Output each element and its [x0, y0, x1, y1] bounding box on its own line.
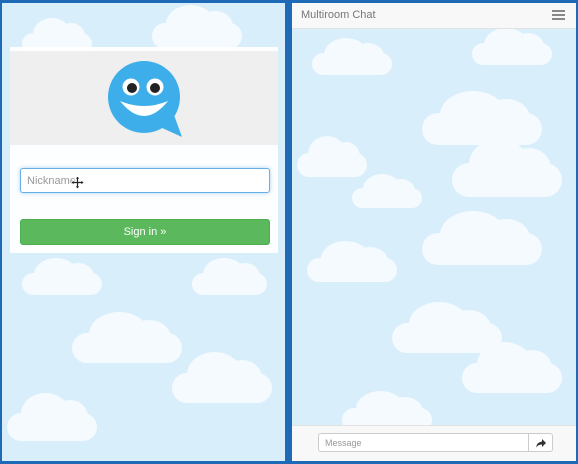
cloud-decoration: [72, 312, 182, 363]
message-input[interactable]: [318, 433, 529, 452]
hamburger-menu-icon[interactable]: [550, 7, 568, 23]
chat-pane: Multiroom Chat: [292, 3, 576, 461]
cloud-decoration: [452, 139, 562, 197]
cloud-decoration: [172, 352, 272, 403]
share-arrow-icon: [536, 439, 546, 448]
cloud-decoration: [312, 37, 392, 75]
app-title: Multiroom Chat: [301, 9, 376, 21]
smiley-speech-bubble-icon: [108, 61, 182, 137]
cloud-decoration: [7, 393, 97, 441]
cloud-decoration: [422, 210, 542, 265]
chat-footer: [292, 425, 576, 461]
cloud-decoration: [472, 27, 552, 65]
send-button[interactable]: [528, 433, 553, 452]
cloud-decoration: [22, 257, 102, 295]
cloud-decoration: [422, 90, 542, 145]
cloud-decoration: [307, 241, 397, 282]
login-card: Sign in »: [10, 47, 278, 253]
chat-header: Multiroom Chat: [292, 3, 576, 29]
nickname-input[interactable]: [20, 168, 270, 193]
move-cursor-icon: [71, 176, 84, 189]
login-pane: Sign in »: [2, 3, 285, 461]
cloud-decoration: [462, 342, 562, 393]
cloud-decoration: [297, 136, 367, 177]
logo-area: [10, 51, 278, 145]
cloud-decoration: [352, 174, 422, 208]
cloud-decoration: [192, 257, 267, 295]
sign-in-button[interactable]: Sign in »: [20, 219, 270, 245]
cloud-decoration: [152, 4, 242, 49]
